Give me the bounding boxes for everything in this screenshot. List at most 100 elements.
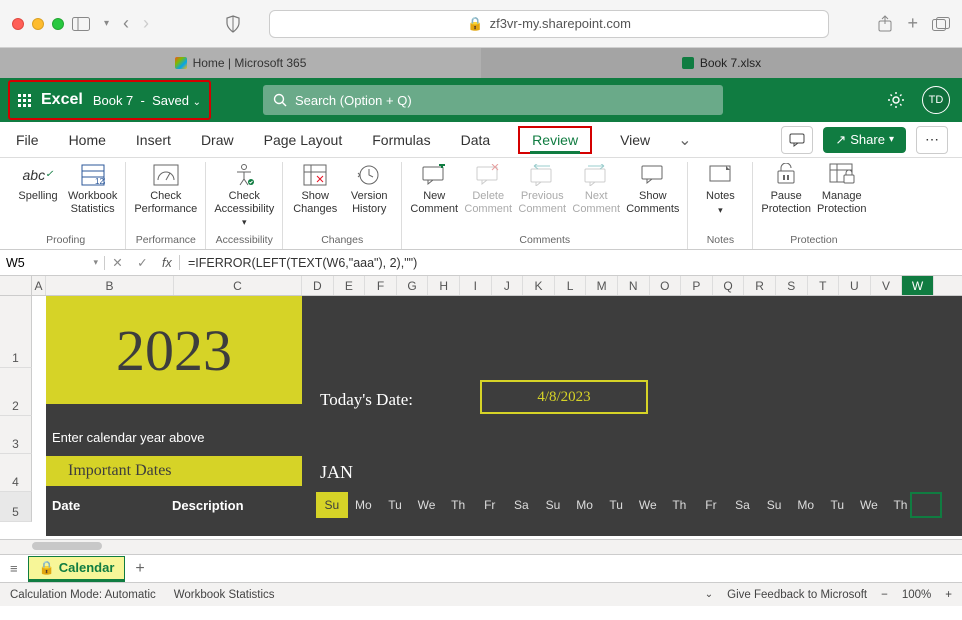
tab-insert[interactable]: Insert	[134, 126, 173, 154]
dow-cell[interactable]: Sa	[727, 492, 759, 518]
col-header[interactable]: S	[776, 276, 808, 295]
tab-data[interactable]: Data	[459, 126, 493, 154]
select-all-corner[interactable]	[0, 276, 32, 295]
app-launcher-icon[interactable]	[18, 94, 31, 107]
col-header[interactable]: C	[174, 276, 302, 295]
show-changes-button[interactable]: Show Changes	[291, 162, 339, 215]
col-header[interactable]: T	[808, 276, 840, 295]
spelling-button[interactable]: abc✓Spelling	[14, 162, 62, 203]
zoom-in-button[interactable]: +	[945, 589, 952, 601]
search-input[interactable]: Search (Option + Q)	[263, 85, 723, 115]
share-icon[interactable]	[877, 15, 893, 33]
check-performance-button[interactable]: Check Performance	[134, 162, 197, 215]
forward-icon[interactable]: ›	[143, 13, 149, 34]
col-header[interactable]: A	[32, 276, 46, 295]
tabs-overview-icon[interactable]	[932, 17, 950, 31]
new-comment-button[interactable]: New Comment	[410, 162, 458, 215]
user-avatar[interactable]: TD	[922, 86, 950, 114]
col-header[interactable]: I	[460, 276, 492, 295]
tab-home[interactable]: Home	[67, 126, 108, 154]
pause-protection-button[interactable]: Pause Protection	[761, 162, 811, 215]
dow-cell[interactable]: Th	[885, 492, 917, 518]
col-header[interactable]: L	[555, 276, 587, 295]
col-header[interactable]: N	[618, 276, 650, 295]
sidebar-toggle-icon[interactable]	[72, 17, 90, 31]
dow-cell[interactable]: Su	[537, 492, 569, 518]
workbook-stats-label[interactable]: Workbook Statistics	[174, 589, 275, 601]
workbook-statistics-button[interactable]: 123Workbook Statistics	[68, 162, 117, 215]
horizontal-scrollbar[interactable]	[0, 540, 962, 554]
dow-cell[interactable]: Tu	[600, 492, 632, 518]
tab-draw[interactable]: Draw	[199, 126, 236, 154]
browser-tab-book7[interactable]: Book 7.xlsx	[481, 48, 962, 78]
col-header[interactable]: D	[302, 276, 334, 295]
add-sheet-button[interactable]: +	[135, 560, 144, 578]
comments-pane-button[interactable]	[781, 126, 813, 154]
col-header[interactable]: E	[334, 276, 366, 295]
dow-cell[interactable]: Mo	[348, 492, 380, 518]
name-box[interactable]: W5▾	[0, 256, 105, 270]
spreadsheet-grid[interactable]: A B C D E F G H I J K L M N O P Q R S T …	[0, 276, 962, 540]
back-icon[interactable]: ‹	[123, 13, 129, 34]
new-tab-icon[interactable]: +	[907, 13, 918, 34]
dow-cell[interactable]: Mo	[790, 492, 822, 518]
dow-cell[interactable]: We	[853, 492, 885, 518]
col-header[interactable]: U	[839, 276, 871, 295]
dow-cell[interactable]: We	[632, 492, 664, 518]
dow-cell[interactable]: Tu	[822, 492, 854, 518]
dow-cell[interactable]: Th	[664, 492, 696, 518]
col-header[interactable]: F	[365, 276, 397, 295]
chevron-down-icon[interactable]: ▾	[104, 18, 109, 29]
col-header[interactable]: V	[871, 276, 903, 295]
col-header[interactable]: O	[650, 276, 682, 295]
col-header[interactable]: J	[492, 276, 524, 295]
fx-icon[interactable]: fx	[162, 256, 172, 270]
maximize-window-icon[interactable]	[52, 18, 64, 30]
col-header[interactable]: K	[523, 276, 555, 295]
chevron-down-icon[interactable]: ⌄	[705, 589, 713, 600]
tab-view[interactable]: View	[618, 126, 652, 154]
dow-cell[interactable]: Su	[316, 492, 348, 518]
dow-cell[interactable]: We	[411, 492, 443, 518]
row-header[interactable]: 3	[0, 416, 32, 454]
dow-cell[interactable]: Sa	[506, 492, 538, 518]
scrollbar-thumb[interactable]	[32, 542, 102, 550]
sheet-tab-calendar[interactable]: 🔒Calendar	[28, 556, 126, 582]
close-window-icon[interactable]	[12, 18, 24, 30]
col-header[interactable]: R	[744, 276, 776, 295]
col-header[interactable]: B	[46, 276, 174, 295]
row-header[interactable]: 4	[0, 454, 32, 492]
zoom-level[interactable]: 100%	[902, 589, 931, 601]
col-header[interactable]: H	[428, 276, 460, 295]
tab-page-layout[interactable]: Page Layout	[262, 126, 345, 154]
minimize-window-icon[interactable]	[32, 18, 44, 30]
dow-cell[interactable]: Th	[442, 492, 474, 518]
col-header[interactable]: M	[586, 276, 618, 295]
browser-tab-home[interactable]: Home | Microsoft 365	[0, 48, 481, 78]
address-bar[interactable]: 🔒 zf3vr-my.sharepoint.com	[269, 10, 829, 38]
col-header[interactable]: P	[681, 276, 713, 295]
row-header[interactable]: 1	[0, 296, 32, 368]
manage-protection-button[interactable]: Manage Protection	[817, 162, 867, 215]
settings-icon[interactable]	[886, 90, 906, 110]
dow-cell[interactable]: Mo	[569, 492, 601, 518]
row-header[interactable]: 2	[0, 368, 32, 416]
dow-cell[interactable]: Su	[758, 492, 790, 518]
dow-cell[interactable]: Fr	[695, 492, 727, 518]
notes-button[interactable]: Notes▾	[696, 162, 744, 215]
dow-cell[interactable]: Tu	[379, 492, 411, 518]
formula-input[interactable]: =IFERROR(LEFT(TEXT(W6,"aaa"), 2),"")	[180, 256, 962, 270]
enter-formula-icon[interactable]: ✓	[137, 255, 147, 270]
row-header[interactable]: 5	[0, 492, 32, 522]
calc-mode-label[interactable]: Calculation Mode: Automatic	[10, 589, 156, 601]
tab-review[interactable]: Review	[518, 126, 592, 154]
tab-formulas[interactable]: Formulas	[370, 126, 432, 154]
more-options-button[interactable]: ⋯	[916, 126, 948, 154]
file-name-button[interactable]: Book 7 - Saved ⌄	[93, 93, 201, 108]
col-header[interactable]: G	[397, 276, 429, 295]
tab-file[interactable]: File	[14, 126, 41, 154]
show-comments-button[interactable]: Show Comments	[626, 162, 679, 215]
version-history-button[interactable]: Version History	[345, 162, 393, 215]
all-sheets-icon[interactable]: ≡	[10, 561, 18, 576]
col-header-selected[interactable]: W	[902, 276, 934, 295]
